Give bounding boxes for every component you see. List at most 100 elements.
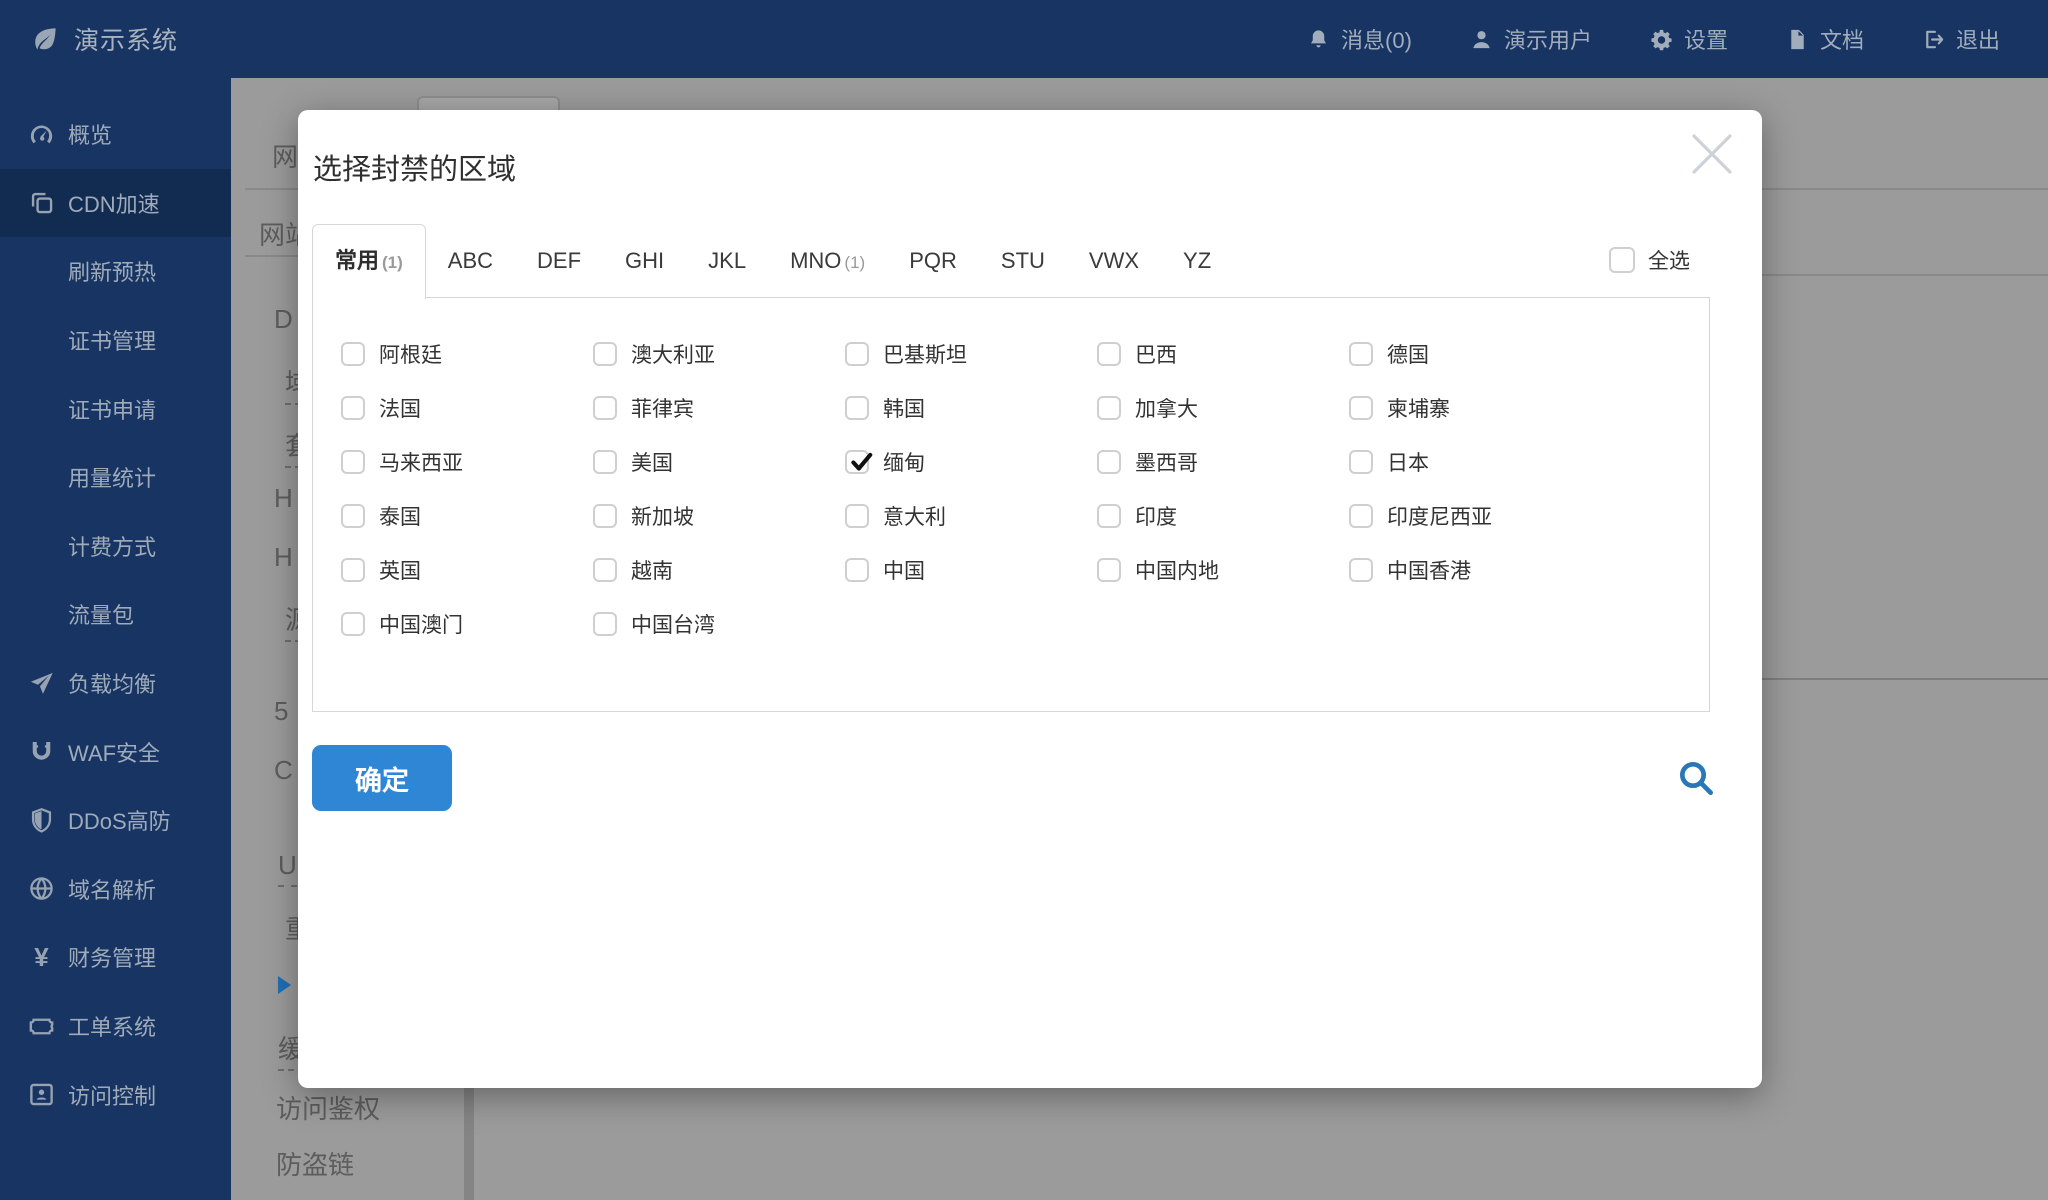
close-icon[interactable] [1688, 130, 1736, 178]
region-checkbox[interactable] [593, 504, 617, 528]
tab-ABC[interactable]: ABC [426, 225, 515, 297]
sidebar-item-财务管理[interactable]: ¥财务管理 [0, 923, 231, 992]
region-option-印度[interactable]: 印度 [1097, 501, 1349, 531]
region-option-巴基斯坦[interactable]: 巴基斯坦 [845, 339, 1097, 369]
region-checkbox[interactable] [1097, 450, 1121, 474]
region-checkbox[interactable] [341, 450, 365, 474]
region-option-中国台湾[interactable]: 中国台湾 [593, 609, 845, 639]
tab-STU[interactable]: STU [979, 225, 1067, 297]
tab-VWX[interactable]: VWX [1067, 225, 1161, 297]
region-option-日本[interactable]: 日本 [1349, 447, 1601, 477]
sidebar-item-域名解析[interactable]: 域名解析 [0, 855, 231, 924]
region-checkbox[interactable] [341, 396, 365, 420]
region-option-马来西亚[interactable]: 马来西亚 [341, 447, 593, 477]
tab-GHI[interactable]: GHI [603, 225, 686, 297]
tab-DEF[interactable]: DEF [515, 225, 603, 297]
region-checkbox[interactable] [593, 342, 617, 366]
tab-PQR[interactable]: PQR [887, 225, 979, 297]
region-option-中国香港[interactable]: 中国香港 [1349, 555, 1601, 585]
sidebar-item-计费方式[interactable]: 计费方式 [0, 512, 231, 581]
confirm-button[interactable]: 确定 [312, 745, 452, 811]
region-checkbox[interactable] [593, 612, 617, 636]
background-divider [245, 255, 305, 257]
sidebar-item-负载均衡[interactable]: 负载均衡 [0, 649, 231, 718]
region-checkbox[interactable] [593, 558, 617, 582]
sidebar-item-概览[interactable]: 概览 [0, 100, 231, 169]
region-checkbox[interactable] [1097, 504, 1121, 528]
sidebar-item-证书申请[interactable]: 证书申请 [0, 374, 231, 443]
navbar-item-4[interactable]: 文档 [1786, 23, 1864, 55]
tab-JKL[interactable]: JKL [686, 225, 768, 297]
sidebar-item-刷新预热[interactable]: 刷新预热 [0, 237, 231, 306]
region-checkbox[interactable] [1097, 558, 1121, 582]
region-checkbox[interactable] [593, 396, 617, 420]
navbar-item-5[interactable]: 退出 [1922, 23, 2000, 55]
sidebar-item-证书管理[interactable]: 证书管理 [0, 306, 231, 375]
region-option-中国澳门[interactable]: 中国澳门 [341, 609, 593, 639]
sidebar-item-工单系统[interactable]: 工单系统 [0, 992, 231, 1061]
region-option-巴西[interactable]: 巴西 [1097, 339, 1349, 369]
region-option-中国内地[interactable]: 中国内地 [1097, 555, 1349, 585]
region-checkbox[interactable] [845, 558, 869, 582]
region-checkbox[interactable] [341, 612, 365, 636]
region-option-缅甸[interactable]: 缅甸 [845, 447, 1097, 477]
sidebar-item-WAF安全[interactable]: WAF安全 [0, 717, 231, 786]
navbar-item-1[interactable]: 消息(0) [1307, 23, 1412, 55]
region-checkbox[interactable] [341, 342, 365, 366]
region-option-墨西哥[interactable]: 墨西哥 [1097, 447, 1349, 477]
region-checkbox[interactable] [1349, 342, 1373, 366]
region-option-加拿大[interactable]: 加拿大 [1097, 393, 1349, 423]
region-checkbox[interactable] [1349, 396, 1373, 420]
region-checkbox[interactable] [593, 450, 617, 474]
region-checkbox[interactable] [845, 504, 869, 528]
region-option-新加坡[interactable]: 新加坡 [593, 501, 845, 531]
sidebar-item-流量包[interactable]: 流量包 [0, 580, 231, 649]
region-checkbox[interactable] [1349, 504, 1373, 528]
select-all-control[interactable]: 全选 [1609, 245, 1690, 275]
region-option-法国[interactable]: 法国 [341, 393, 593, 423]
region-label: 中国香港 [1387, 555, 1471, 585]
region-label: 英国 [379, 555, 421, 585]
region-option-越南[interactable]: 越南 [593, 555, 845, 585]
region-option-菲律宾[interactable]: 菲律宾 [593, 393, 845, 423]
tab-YZ[interactable]: YZ [1161, 225, 1233, 297]
region-checkbox[interactable] [341, 504, 365, 528]
region-checkbox[interactable] [845, 450, 869, 474]
region-option-英国[interactable]: 英国 [341, 555, 593, 585]
select-all-checkbox[interactable] [1609, 247, 1635, 273]
region-option-美国[interactable]: 美国 [593, 447, 845, 477]
search-icon[interactable] [1676, 758, 1716, 798]
region-checkbox[interactable] [1097, 396, 1121, 420]
region-checkbox[interactable] [845, 396, 869, 420]
region-label: 中国澳门 [379, 609, 463, 639]
region-option-意大利[interactable]: 意大利 [845, 501, 1097, 531]
region-option-印度尼西亚[interactable]: 印度尼西亚 [1349, 501, 1601, 531]
region-option-柬埔寨[interactable]: 柬埔寨 [1349, 393, 1601, 423]
region-option-阿根廷[interactable]: 阿根廷 [341, 339, 593, 369]
sidebar-item-CDN加速[interactable]: CDN加速 [0, 169, 231, 238]
region-label: 中国内地 [1135, 555, 1219, 585]
sidebar-item-访问控制[interactable]: 访问控制 [0, 1060, 231, 1129]
region-option-中国[interactable]: 中国 [845, 555, 1097, 585]
sidebar-item-label: DDoS高防 [68, 804, 171, 836]
region-checkbox[interactable] [1349, 450, 1373, 474]
tab-MNO[interactable]: MNO(1) [768, 225, 887, 297]
region-option-澳大利亚[interactable]: 澳大利亚 [593, 339, 845, 369]
navbar-item-2[interactable]: 演示用户 [1470, 23, 1592, 55]
region-checkbox[interactable] [1349, 558, 1373, 582]
sidebar-list: 概览CDN加速刷新预热证书管理证书申请用量统计计费方式流量包负载均衡WAF安全 D… [0, 78, 231, 1129]
sidebar-item-用量统计[interactable]: 用量统计 [0, 443, 231, 512]
background-scrollbar[interactable] [464, 1085, 474, 1200]
region-label: 法国 [379, 393, 421, 423]
region-option-韩国[interactable]: 韩国 [845, 393, 1097, 423]
sidebar-item-label: 用量统计 [68, 461, 156, 493]
region-option-德国[interactable]: 德国 [1349, 339, 1601, 369]
region-checkbox[interactable] [845, 342, 869, 366]
region-checkbox[interactable] [341, 558, 365, 582]
sidebar-item-DDoS高防[interactable]: DDoS高防 [0, 786, 231, 855]
region-option-泰国[interactable]: 泰国 [341, 501, 593, 531]
sidebar-item-label: 财务管理 [68, 941, 156, 973]
navbar-item-3[interactable]: 设置 [1650, 23, 1728, 55]
region-checkbox[interactable] [1097, 342, 1121, 366]
tab-常用[interactable]: 常用(1) [312, 224, 426, 299]
